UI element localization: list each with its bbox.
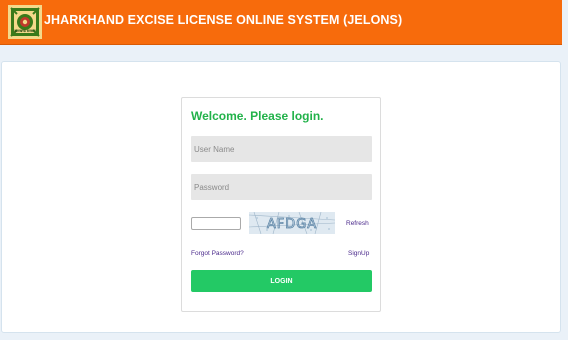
captcha-image: AFDGA (249, 212, 335, 234)
logo-caption: झारखण्ड सरकार (14, 29, 36, 33)
login-form: Welcome. Please login. AFDGA Refresh For… (181, 97, 381, 312)
password-input[interactable] (191, 174, 372, 200)
app-title: JHARKHAND EXCISE LICENSE ONLINE SYSTEM (… (44, 13, 403, 27)
username-input[interactable] (191, 136, 372, 162)
login-button[interactable]: LOGIN (191, 270, 372, 292)
welcome-heading: Welcome. Please login. (191, 109, 324, 123)
signup-link[interactable]: SignUp (348, 250, 369, 257)
top-header-bar: झारखण्ड सरकार JHARKHAND EXCISE LICENSE O… (0, 0, 562, 45)
captcha-input[interactable] (191, 217, 241, 230)
captcha-text: AFDGA (267, 217, 317, 232)
refresh-captcha-link[interactable]: Refresh (346, 220, 369, 227)
forgot-password-link[interactable]: Forgot Password? (191, 250, 244, 257)
